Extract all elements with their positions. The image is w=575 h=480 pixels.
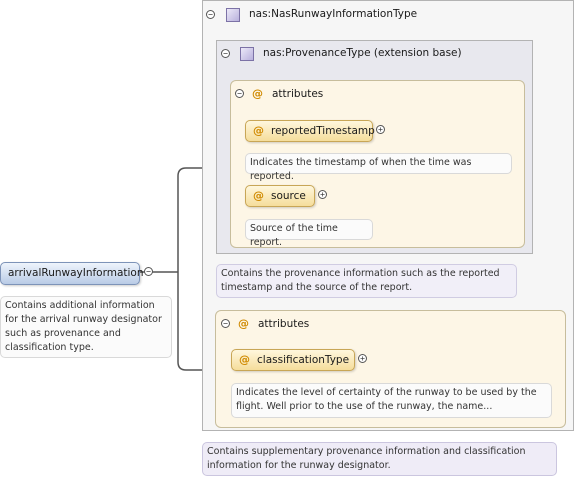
- attributes-1-label: attributes: [272, 88, 324, 100]
- complex-type-icon: [226, 8, 240, 22]
- element-arrival-runway-information[interactable]: arrivalRunwayInformation: [0, 262, 144, 285]
- attribute-name: reportedTimestamp: [271, 125, 375, 137]
- expand-source-icon[interactable]: [318, 190, 327, 199]
- attributes-2-label: attributes: [258, 318, 310, 330]
- collapse-outer-type-icon[interactable]: [206, 10, 215, 19]
- attribute-name: classificationType: [257, 354, 350, 366]
- attribute-group-icon: @: [238, 317, 249, 330]
- collapse-provenance-icon[interactable]: [221, 49, 230, 58]
- expand-classification-type-icon[interactable]: [358, 354, 367, 363]
- attribute-icon: @: [239, 353, 250, 366]
- attribute-reported-timestamp[interactable]: @ reportedTimestamp: [245, 120, 375, 142]
- attribute-source[interactable]: @ source: [245, 185, 315, 207]
- element-doc: Contains additional information for the …: [0, 296, 172, 358]
- expand-reported-timestamp-icon[interactable]: [376, 125, 385, 134]
- extension-type-icon: [240, 47, 254, 61]
- collapse-attributes-1-icon[interactable]: [235, 89, 244, 98]
- attribute-group-icon: @: [252, 87, 263, 100]
- reported-timestamp-doc: Indicates the timestamp of when the time…: [245, 153, 512, 182]
- attribute-icon: @: [253, 124, 264, 137]
- outer-type-doc: Contains supplementary provenance inform…: [202, 442, 557, 476]
- provenance-type-label: nas:ProvenanceType (extension base): [263, 47, 462, 59]
- attribute-name: source: [271, 190, 306, 202]
- collapse-element-icon[interactable]: [144, 267, 153, 276]
- attribute-icon: @: [253, 189, 264, 202]
- outer-type-label: nas:NasRunwayInformationType: [249, 8, 418, 20]
- attribute-classification-type[interactable]: @ classificationType: [231, 349, 355, 371]
- collapse-attributes-2-icon[interactable]: [221, 319, 230, 328]
- provenance-doc: Contains the provenance information such…: [216, 264, 517, 298]
- element-name: arrivalRunwayInformation: [8, 267, 144, 279]
- source-doc: Source of the time report.: [245, 219, 373, 248]
- classification-type-doc: Indicates the level of certainty of the …: [231, 383, 552, 418]
